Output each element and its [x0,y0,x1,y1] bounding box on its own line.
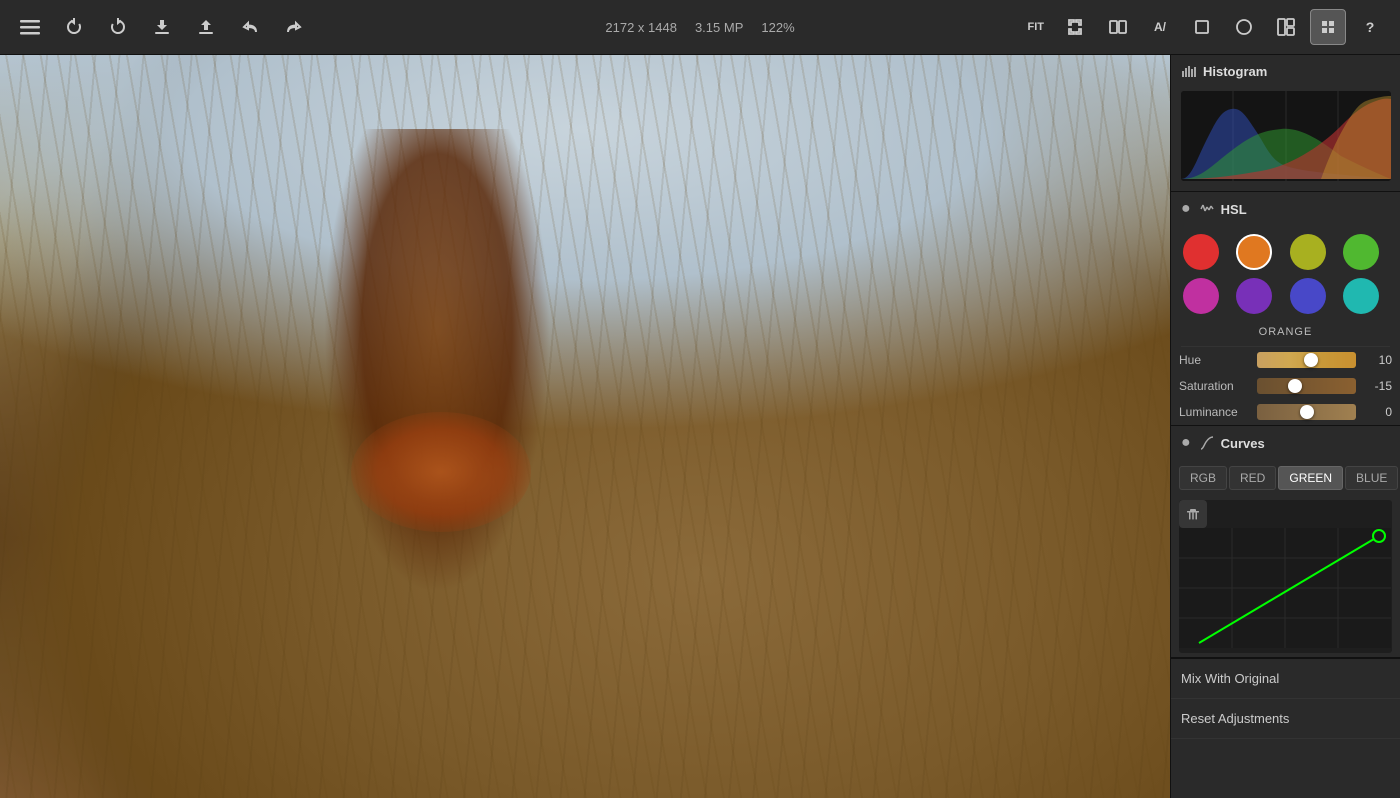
help-button[interactable]: ? [1352,9,1388,45]
saturation-slider-row: Saturation -15 [1171,373,1400,399]
tab-green[interactable]: GREEN [1278,466,1343,490]
share-button[interactable] [188,9,224,45]
crop-button[interactable] [1184,9,1220,45]
color-orange[interactable] [1236,234,1272,270]
saturation-label: Saturation [1179,379,1251,393]
color-red[interactable] [1183,234,1219,270]
image-megapixels: 3.15 MP [695,20,743,35]
mix-with-original-button[interactable]: Mix With Original [1171,659,1400,699]
tab-blue[interactable]: BLUE [1345,466,1398,490]
curves-section: ● Curves RGB RED GREEN BLUE [1171,426,1400,658]
toolbar-center: 2172 x 1448 3.15 MP 122% [471,20,930,35]
hsl-icon [1199,201,1215,217]
history-forward-button[interactable] [100,9,136,45]
toolbar-left [12,9,471,45]
histogram-section: Histogram [1171,55,1400,192]
image-dimensions: 2172 x 1448 [605,20,677,35]
hue-slider[interactable] [1257,352,1356,368]
circle-select-button[interactable] [1226,9,1262,45]
curves-tabs: RGB RED GREEN BLUE [1171,460,1400,496]
color-blue[interactable] [1290,278,1326,314]
hsl-collapse-icon[interactable]: ● [1181,200,1191,218]
photo-area[interactable] [0,55,1170,798]
hsl-section: ● HSL ORANGE [1171,192,1400,426]
luminance-value: 0 [1362,405,1392,419]
curves-header: ● Curves [1171,426,1400,460]
hsl-color-grid [1171,226,1400,322]
color-cyan[interactable] [1343,278,1379,314]
image-zoom: 122% [761,20,794,35]
reset-adjustments-button[interactable]: Reset Adjustments [1171,699,1400,739]
hsl-header: ● HSL [1171,192,1400,226]
histogram-header: Histogram [1171,55,1400,87]
luminance-label: Luminance [1179,405,1251,419]
curves-icon [1199,435,1215,451]
photo-scarf [351,412,531,532]
curves-title: Curves [1221,436,1265,451]
history-back-button[interactable] [56,9,92,45]
curves-canvas [1179,500,1392,653]
toolbar: 2172 x 1448 3.15 MP 122% FIT A/ ? [0,0,1400,55]
undo-button[interactable] [232,9,268,45]
histogram-icon [1181,63,1197,79]
tab-rgb[interactable]: RGB [1179,466,1227,490]
text-button[interactable]: A/ [1142,9,1178,45]
hue-label: Hue [1179,353,1251,367]
right-panel: Histogram [1170,55,1400,798]
curve-point[interactable] [1373,530,1385,542]
curves-svg[interactable] [1179,528,1391,648]
download-button[interactable] [144,9,180,45]
panels-button[interactable] [1268,9,1304,45]
selected-color-label: ORANGE [1171,322,1400,346]
photo-reeds-texture [0,55,1170,798]
color-yellow[interactable] [1290,234,1326,270]
menu-button[interactable] [12,9,48,45]
hsl-title: HSL [1221,202,1247,217]
fit-button[interactable]: FIT [1020,9,1053,45]
histogram-canvas [1181,91,1391,181]
hue-slider-row: Hue 10 [1171,347,1400,373]
saturation-slider[interactable] [1257,378,1356,394]
photo-background [0,55,1170,798]
toolbar-right: FIT A/ ? [929,9,1388,45]
compare-button[interactable] [1100,9,1136,45]
tab-red[interactable]: RED [1229,466,1276,490]
bottom-buttons: Mix With Original Reset Adjustments [1171,658,1400,739]
main-area: Histogram [0,55,1400,798]
fullscreen-button[interactable] [1058,9,1094,45]
saturation-thumb[interactable] [1288,379,1302,393]
delete-curve-button[interactable] [1179,500,1207,528]
curves-collapse-icon[interactable]: ● [1181,434,1191,452]
luminance-thumb[interactable] [1300,405,1314,419]
color-magenta[interactable] [1183,278,1219,314]
photo-hair [257,129,557,629]
hue-thumb[interactable] [1304,353,1318,367]
active-tool-button[interactable] [1310,9,1346,45]
hue-value: 10 [1362,353,1392,367]
color-green[interactable] [1343,234,1379,270]
saturation-value: -15 [1362,379,1392,393]
histogram-title: Histogram [1203,64,1267,79]
redo-button[interactable] [276,9,312,45]
color-purple[interactable] [1236,278,1272,314]
luminance-slider[interactable] [1257,404,1356,420]
trash-icon [1186,507,1200,521]
histogram-svg [1181,91,1391,181]
luminance-slider-row: Luminance 0 [1171,399,1400,425]
